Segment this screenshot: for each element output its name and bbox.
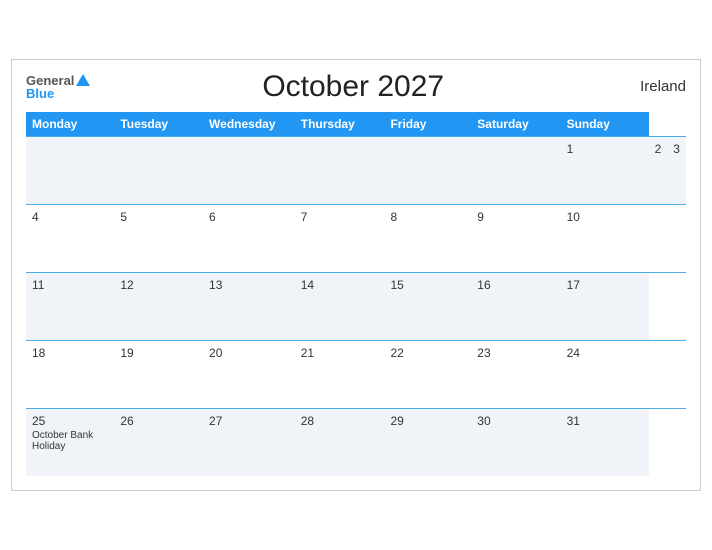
table-cell: 3 bbox=[667, 136, 686, 204]
table-cell: 5 bbox=[114, 204, 203, 272]
calendar-country: Ireland bbox=[616, 78, 686, 95]
table-cell: 4 bbox=[26, 204, 114, 272]
day-number: 13 bbox=[209, 278, 289, 292]
day-number: 26 bbox=[120, 414, 197, 428]
col-monday: Monday bbox=[26, 112, 114, 137]
table-cell bbox=[26, 136, 114, 204]
day-number: 18 bbox=[32, 346, 108, 360]
col-friday: Friday bbox=[384, 112, 471, 137]
day-number: 9 bbox=[477, 210, 554, 224]
table-cell: 13 bbox=[203, 272, 295, 340]
table-cell: 8 bbox=[384, 204, 471, 272]
calendar-header: General Blue October 2027 Ireland bbox=[26, 70, 686, 104]
day-number: 20 bbox=[209, 346, 289, 360]
table-cell: 7 bbox=[295, 204, 385, 272]
day-event: October Bank Holiday bbox=[32, 430, 108, 452]
calendar-header-row: Monday Tuesday Wednesday Thursday Friday… bbox=[26, 112, 686, 137]
logo-general-text: General bbox=[26, 74, 74, 87]
calendar-title: October 2027 bbox=[90, 70, 616, 104]
table-cell: 30 bbox=[471, 408, 560, 476]
table-cell: 22 bbox=[384, 340, 471, 408]
day-number: 29 bbox=[390, 414, 465, 428]
day-number: 22 bbox=[390, 346, 465, 360]
day-number: 2 bbox=[655, 142, 662, 156]
day-number: 25 bbox=[32, 414, 108, 428]
day-number: 7 bbox=[301, 210, 379, 224]
day-number: 14 bbox=[301, 278, 379, 292]
table-cell: 14 bbox=[295, 272, 385, 340]
day-number: 15 bbox=[390, 278, 465, 292]
table-cell: 27 bbox=[203, 408, 295, 476]
day-number: 30 bbox=[477, 414, 554, 428]
calendar-table: Monday Tuesday Wednesday Thursday Friday… bbox=[26, 112, 686, 477]
table-cell: 10 bbox=[561, 204, 649, 272]
col-wednesday: Wednesday bbox=[203, 112, 295, 137]
day-number: 28 bbox=[301, 414, 379, 428]
day-number: 24 bbox=[567, 346, 643, 360]
day-number: 8 bbox=[390, 210, 465, 224]
logo: General Blue bbox=[26, 74, 90, 100]
table-cell: 12 bbox=[114, 272, 203, 340]
table-cell: 2 bbox=[649, 136, 668, 204]
table-row: 18 19 20 21 22 23 24 bbox=[26, 340, 686, 408]
table-cell: 25 October Bank Holiday bbox=[26, 408, 114, 476]
calendar: General Blue October 2027 Ireland Monday… bbox=[11, 59, 701, 492]
day-number: 1 bbox=[567, 142, 643, 156]
day-number: 5 bbox=[120, 210, 197, 224]
day-number: 21 bbox=[301, 346, 379, 360]
day-number: 23 bbox=[477, 346, 554, 360]
day-number: 19 bbox=[120, 346, 197, 360]
table-cell bbox=[114, 136, 203, 204]
table-cell: 15 bbox=[384, 272, 471, 340]
logo-triangle-icon bbox=[76, 74, 90, 86]
col-thursday: Thursday bbox=[295, 112, 385, 137]
table-cell: 16 bbox=[471, 272, 560, 340]
table-cell: 23 bbox=[471, 340, 560, 408]
table-cell bbox=[471, 136, 560, 204]
day-number: 17 bbox=[567, 278, 643, 292]
table-cell: 28 bbox=[295, 408, 385, 476]
table-cell: 29 bbox=[384, 408, 471, 476]
day-number: 4 bbox=[32, 210, 108, 224]
table-cell: 6 bbox=[203, 204, 295, 272]
col-tuesday: Tuesday bbox=[114, 112, 203, 137]
day-number: 27 bbox=[209, 414, 289, 428]
table-row: 123 bbox=[26, 136, 686, 204]
day-number: 10 bbox=[567, 210, 643, 224]
table-cell bbox=[295, 136, 385, 204]
day-number: 3 bbox=[673, 142, 680, 156]
table-cell: 19 bbox=[114, 340, 203, 408]
table-cell bbox=[203, 136, 295, 204]
logo-blue-text: Blue bbox=[26, 87, 54, 100]
table-row: 456789 10 bbox=[26, 204, 686, 272]
table-cell: 21 bbox=[295, 340, 385, 408]
table-cell: 9 bbox=[471, 204, 560, 272]
table-row: 11 12 13 14 15 16 17 bbox=[26, 272, 686, 340]
table-cell: 31 bbox=[561, 408, 649, 476]
table-cell: 26 bbox=[114, 408, 203, 476]
col-sunday: Sunday bbox=[561, 112, 649, 137]
table-cell: 24 bbox=[561, 340, 649, 408]
table-cell: 18 bbox=[26, 340, 114, 408]
table-cell: 11 bbox=[26, 272, 114, 340]
table-cell: 20 bbox=[203, 340, 295, 408]
col-saturday: Saturday bbox=[471, 112, 560, 137]
day-number: 31 bbox=[567, 414, 643, 428]
table-cell: 1 bbox=[561, 136, 649, 204]
table-cell bbox=[384, 136, 471, 204]
day-number: 16 bbox=[477, 278, 554, 292]
table-row: 25 October Bank Holiday 26 27 28 29 30 31 bbox=[26, 408, 686, 476]
day-number: 6 bbox=[209, 210, 289, 224]
day-number: 11 bbox=[32, 278, 108, 292]
table-cell: 17 bbox=[561, 272, 649, 340]
day-number: 12 bbox=[120, 278, 197, 292]
